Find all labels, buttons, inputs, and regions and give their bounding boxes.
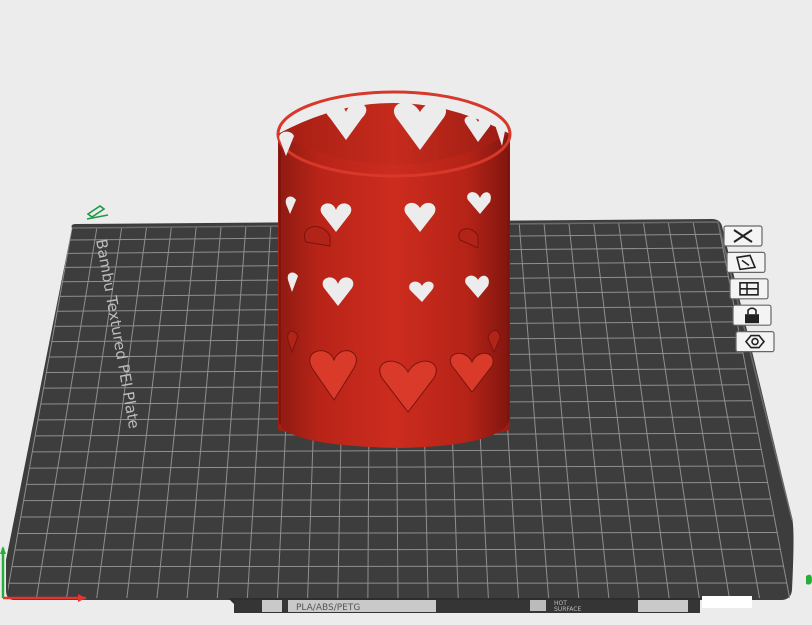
grid-line-horizontal xyxy=(11,565,784,568)
strip-tag xyxy=(262,600,282,612)
y-axis-marker xyxy=(806,574,812,585)
lock-plate-button[interactable] xyxy=(732,304,772,326)
arrange-plate-button[interactable] xyxy=(729,278,769,300)
plate-bottom-strip: PLA/ABS/PETG HOT SURFACE xyxy=(228,596,752,613)
strip-icons-box xyxy=(638,600,688,612)
strip-icon xyxy=(530,600,546,611)
model-heart-cylinder[interactable] xyxy=(276,90,512,448)
delete-plate-button[interactable] xyxy=(723,225,763,247)
strip-white-tab xyxy=(702,596,752,608)
pick-plate-button[interactable] xyxy=(726,251,766,273)
strip-code-label: PLA/ABS/PETG xyxy=(296,603,360,613)
strip-surface-label: SURFACE xyxy=(554,606,581,613)
3d-viewport[interactable]: Bambu Textured PEI Plate PLA/ABS/PETG HO… xyxy=(0,0,812,625)
plate-settings-button[interactable] xyxy=(735,331,775,353)
